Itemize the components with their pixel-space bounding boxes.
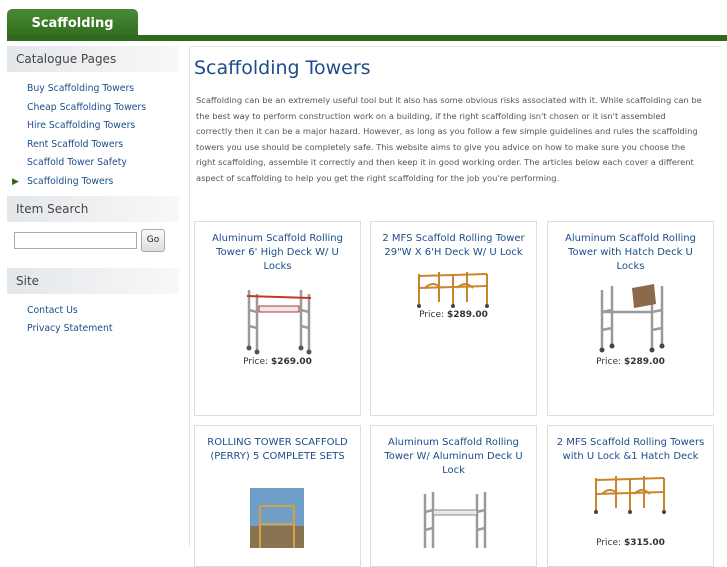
product-card[interactable]: Aluminum Scaffold Rolling Tower W/ Alumi… xyxy=(370,425,537,567)
scaffold-tower-image[interactable] xyxy=(590,472,670,516)
scaffold-tower-image[interactable] xyxy=(592,282,672,356)
intro-text: Scaffolding can be an extremely useful t… xyxy=(196,95,702,183)
scaffold-tower-image[interactable] xyxy=(415,488,495,548)
main-content: Scaffolding Towers Scaffolding can be an… xyxy=(189,46,720,567)
product-card[interactable]: Aluminum Scaffold Rolling Tower 6' High … xyxy=(194,221,361,416)
search-input[interactable] xyxy=(14,231,137,249)
sidebar: Catalogue Pages Buy Scaffolding Towers C… xyxy=(7,46,179,343)
product-price: Price: $289.00 xyxy=(419,310,488,320)
sidebar-item-scaffolding-towers[interactable]: ▶ Scaffolding Towers xyxy=(7,173,179,192)
catalogue-list: Buy Scaffolding Towers Cheap Scaffolding… xyxy=(7,72,179,196)
sidebar-item-contact[interactable]: Contact Us xyxy=(7,302,179,321)
sidebar-item-label: Scaffolding Towers xyxy=(27,175,114,187)
sidebar-item-safety[interactable]: Scaffold Tower Safety xyxy=(7,154,179,173)
product-title[interactable]: 2 MFS Scaffold Rolling Tower 29"W X 6'H … xyxy=(377,232,530,260)
triangle-right-icon: ▶ xyxy=(12,176,19,187)
product-card[interactable]: 2 MFS Scaffold Rolling Tower 29"W X 6'H … xyxy=(370,221,537,416)
product-price: Price: $289.00 xyxy=(596,357,665,367)
product-title[interactable]: Aluminum Scaffold Rolling Tower 6' High … xyxy=(201,232,354,274)
sidebar-item-cheap[interactable]: Cheap Scaffolding Towers xyxy=(7,99,179,118)
scaffold-tower-image[interactable] xyxy=(239,284,319,356)
product-card[interactable]: 2 MFS Scaffold Rolling Towers with U Loc… xyxy=(547,425,714,567)
scaffold-photo-image[interactable] xyxy=(250,488,304,548)
search-heading: Item Search xyxy=(7,195,179,222)
sidebar-item-privacy[interactable]: Privacy Statement xyxy=(7,320,179,339)
product-title[interactable]: Aluminum Scaffold Rolling Tower with Hat… xyxy=(554,232,707,274)
product-card[interactable]: Aluminum Scaffold Rolling Tower with Hat… xyxy=(547,221,714,416)
site-list: Contact Us Privacy Statement xyxy=(7,294,179,343)
sidebar-item-buy[interactable]: Buy Scaffolding Towers xyxy=(7,80,179,99)
search-go-button[interactable]: Go xyxy=(141,228,165,252)
product-title[interactable]: ROLLING TOWER SCAFFOLD (PERRY) 5 COMPLET… xyxy=(201,436,354,464)
product-title[interactable]: 2 MFS Scaffold Rolling Towers with U Loc… xyxy=(554,436,707,464)
product-price: Price: $269.00 xyxy=(243,357,312,367)
product-card[interactable]: ROLLING TOWER SCAFFOLD (PERRY) 5 COMPLET… xyxy=(194,425,361,567)
header-divider xyxy=(7,35,727,41)
scaffold-tower-image[interactable] xyxy=(413,268,493,310)
search-box: Go xyxy=(7,222,179,268)
site-heading: Site xyxy=(7,267,179,294)
sidebar-item-hire[interactable]: Hire Scaffolding Towers xyxy=(7,117,179,136)
product-title[interactable]: Aluminum Scaffold Rolling Tower W/ Alumi… xyxy=(377,436,530,478)
catalogue-heading: Catalogue Pages xyxy=(7,46,179,72)
page-title: Scaffolding Towers xyxy=(194,57,371,79)
product-price: Price: $315.00 xyxy=(596,538,665,548)
top-nav: Scaffolding Towers xyxy=(0,0,727,61)
sidebar-item-rent[interactable]: Rent Scaffold Towers xyxy=(7,136,179,155)
